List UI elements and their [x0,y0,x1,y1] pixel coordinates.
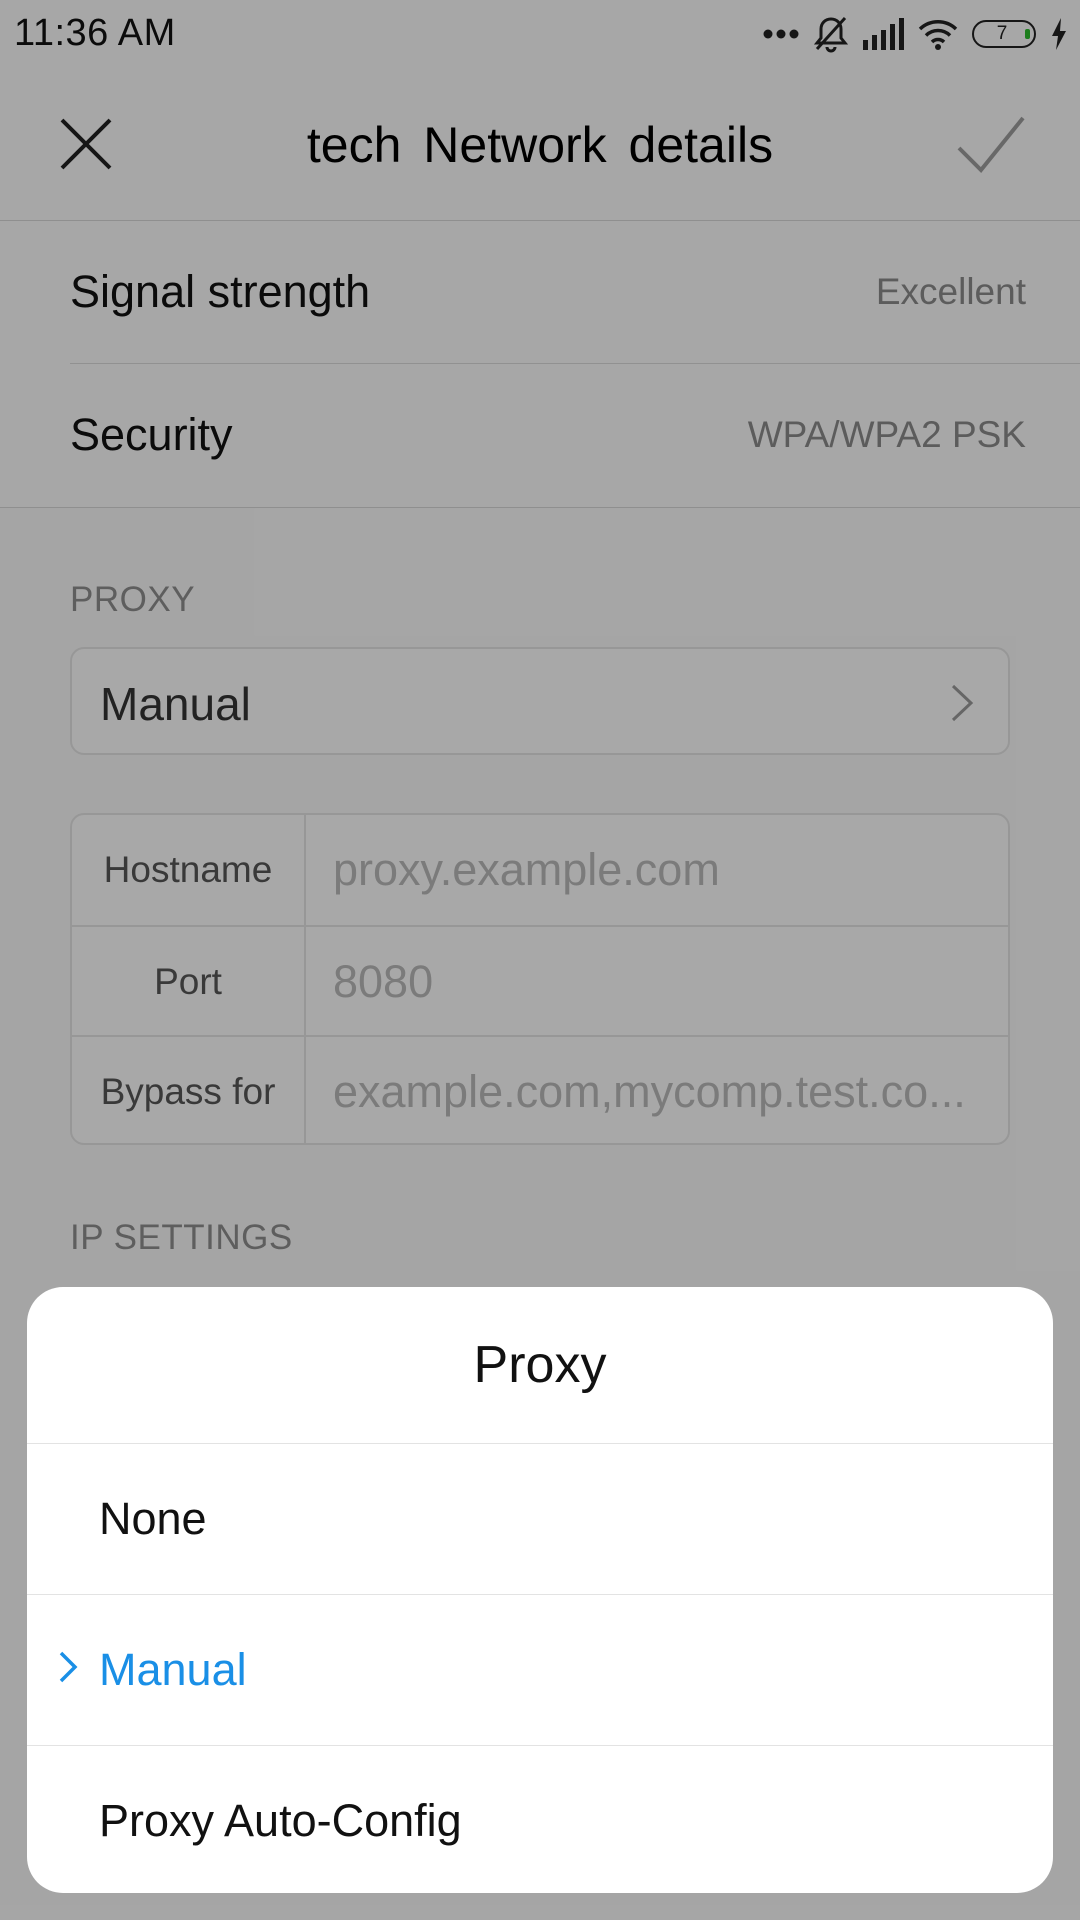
option-label: None [99,1493,207,1544]
proxy-option-auto-config[interactable]: Proxy Auto-Config [27,1746,1053,1893]
proxy-dialog: Proxy None Manual Proxy Auto-Config [27,1287,1053,1893]
option-label: Proxy Auto-Config [99,1795,462,1846]
selected-chevron-icon [59,1651,78,1683]
proxy-option-manual[interactable]: Manual [27,1595,1053,1746]
option-label: Manual [99,1644,247,1695]
proxy-option-none[interactable]: None [27,1444,1053,1595]
dialog-title: Proxy [27,1287,1053,1444]
